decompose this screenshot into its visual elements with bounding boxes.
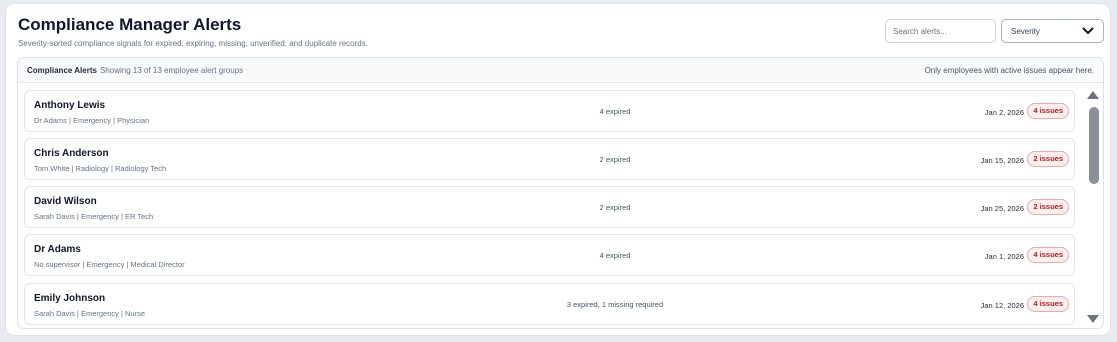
issues-badge: 2 issues [1027, 151, 1069, 167]
search-input[interactable] [885, 19, 996, 43]
employee-meta: No supervisor | Emergency | Medical Dire… [34, 260, 185, 269]
alert-date: Jan 15, 2026 [980, 156, 1024, 165]
chevron-down-icon [1082, 27, 1094, 34]
scroll-down-icon[interactable] [1087, 315, 1099, 323]
employee-meta: Sarah Davis | Emergency | Nurse [34, 309, 146, 318]
issue-summary: 3 expired, 1 missing required [566, 300, 664, 309]
panel-title: Compliance Alerts [27, 65, 97, 75]
panel-count: Showing 13 of 13 employee alert groups [99, 65, 244, 75]
alert-row[interactable]: Chris Anderson Tom White | Radiology | R… [24, 138, 1075, 180]
issue-summary: 4 expired [599, 107, 631, 116]
issue-summary: 2 expired [599, 155, 631, 164]
page-title: Compliance Manager Alerts [18, 15, 242, 34]
alert-date: Jan 2, 2026 [984, 108, 1024, 117]
issues-badge: 4 issues [1027, 247, 1069, 263]
alert-row[interactable]: Anthony Lewis Dr Adams | Emergency | Phy… [24, 90, 1075, 132]
alerts-card: Compliance Manager Alerts Severity-sorte… [5, 3, 1111, 336]
severity-select-value: Severity [1011, 26, 1040, 36]
employee-meta: Sarah Davis | Emergency | ER Tech [34, 212, 154, 221]
scrollbar-thumb[interactable] [1089, 107, 1099, 184]
alert-list: Anthony Lewis Dr Adams | Emergency | Phy… [24, 90, 1075, 328]
panel-note: Only employees with active issues appear… [924, 65, 1094, 75]
alert-date: Jan 25, 2026 [980, 204, 1024, 213]
panel-header: Compliance Alerts Showing 13 of 13 emplo… [18, 58, 1103, 83]
alert-date: Jan 12, 2026 [980, 301, 1024, 310]
scroll-up-icon[interactable] [1087, 91, 1099, 99]
alert-date: Jan 1, 2026 [984, 252, 1024, 261]
issues-badge: 4 issues [1027, 296, 1069, 312]
employee-meta: Tom White | Radiology | Radiology Tech [34, 164, 167, 173]
issues-badge: 4 issues [1027, 103, 1069, 119]
alert-row[interactable]: Emily Johnson Sarah Davis | Emergency | … [24, 283, 1075, 325]
alert-row[interactable]: Dr Adams No supervisor | Emergency | Med… [24, 234, 1075, 276]
issue-summary: 2 expired [599, 203, 631, 212]
severity-select[interactable]: Severity [1001, 19, 1104, 43]
issue-summary: 4 expired [599, 251, 631, 260]
alerts-panel: Compliance Alerts Showing 13 of 13 emplo… [17, 57, 1104, 329]
issues-badge: 2 issues [1027, 199, 1069, 215]
employee-meta: Dr Adams | Emergency | Physician [34, 116, 150, 125]
alert-row[interactable]: David Wilson Sarah Davis | Emergency | E… [24, 186, 1075, 228]
page-subtitle: Severity-sorted compliance signals for e… [18, 39, 368, 48]
